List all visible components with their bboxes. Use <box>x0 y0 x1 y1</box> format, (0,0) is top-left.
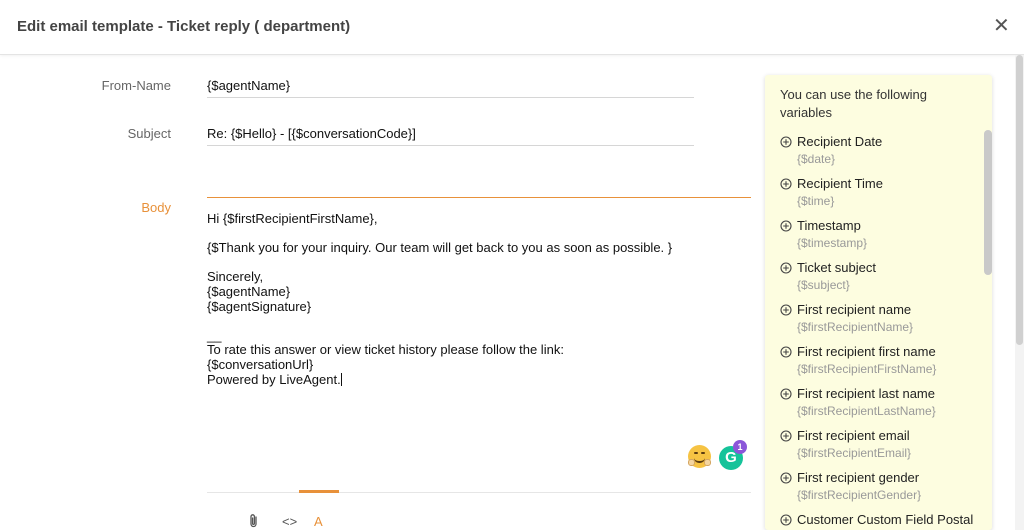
text-format-icon[interactable]: A <box>314 514 323 529</box>
body-label: Body <box>141 200 171 215</box>
attachment-icon[interactable] <box>248 513 259 528</box>
add-variable-icon[interactable] <box>780 471 792 484</box>
grammarly-badge: 1 <box>733 440 747 454</box>
add-variable-icon[interactable] <box>780 387 792 400</box>
emoji-eye <box>694 452 698 454</box>
emoji-hand <box>688 459 695 466</box>
dialog-header: Edit email template - Ticket reply ( dep… <box>0 0 1024 55</box>
close-icon[interactable]: ✕ <box>993 16 1010 36</box>
text-caret <box>340 372 342 386</box>
variable-code: {$subject} <box>797 278 850 292</box>
subject-field[interactable]: Re: {$Hello} - [{$conversationCode}] <box>207 124 694 146</box>
body-editor[interactable]: Hi {$firstRecipientFirstName}, {$Thank y… <box>207 211 751 388</box>
add-variable-icon[interactable] <box>780 513 792 526</box>
body-line: {$agentSignature} <box>207 298 312 314</box>
variable-name: Customer Custom Field Postal <box>797 512 974 527</box>
variable-code: {$timestamp} <box>797 236 868 250</box>
emoji-eye <box>701 452 705 454</box>
body-line: Sincerely, <box>207 269 264 285</box>
variable-name: First recipient last name <box>797 386 935 401</box>
body-line: {$Thank you for your inquiry. Our team w… <box>207 240 673 256</box>
variable-name: Ticket subject <box>797 260 876 275</box>
add-variable-icon[interactable] <box>780 177 792 190</box>
subject-label: Subject <box>127 126 171 141</box>
add-variable-icon[interactable] <box>780 303 792 316</box>
add-variable-icon[interactable] <box>780 219 792 232</box>
body-editor-top-rule <box>207 197 751 198</box>
body-line: {$conversationUrl} <box>207 356 314 372</box>
variables-scrollbar[interactable] <box>984 130 992 275</box>
variable-name: First recipient name <box>797 302 912 317</box>
variable-name: Timestamp <box>797 218 861 233</box>
variable-code: {$firstRecipientLastName} <box>797 404 936 418</box>
variable-code: {$firstRecipientName} <box>797 320 914 334</box>
emoji-icon[interactable] <box>688 445 711 468</box>
variables-panel: You can use the following variables Reci… <box>765 75 992 530</box>
add-variable-icon[interactable] <box>780 345 792 358</box>
from-name-label: From-Name <box>101 78 171 93</box>
from-name-field[interactable]: {$agentName} <box>207 76 694 98</box>
body-line <box>207 314 751 329</box>
body-line: {$agentName} <box>207 283 291 299</box>
toolbar-divider <box>207 492 751 493</box>
body-line <box>207 256 751 271</box>
variable-name: Recipient Date <box>797 134 883 149</box>
add-variable-icon[interactable] <box>780 135 792 148</box>
emoji-hand <box>704 459 711 466</box>
variable-code: {$firstRecipientEmail} <box>797 446 912 460</box>
page-scrollbar-thumb[interactable] <box>1016 55 1023 345</box>
variable-code: {$time} <box>797 194 835 208</box>
dialog-title: Edit email template - Ticket reply ( dep… <box>17 18 351 35</box>
variables-header: You can use the following variables <box>780 87 927 120</box>
variable-code: {$firstRecipientGender} <box>797 488 922 502</box>
page-scrollbar[interactable] <box>1015 55 1024 530</box>
body-line <box>207 227 751 242</box>
active-tab-indicator <box>299 490 339 493</box>
variable-code: {$firstRecipientFirstName} <box>797 362 937 376</box>
code-view-icon[interactable]: <> <box>282 514 297 529</box>
variable-code: {$date} <box>797 152 836 166</box>
variable-name: First recipient email <box>797 428 910 443</box>
variable-name: First recipient gender <box>797 470 920 485</box>
variable-name: Recipient Time <box>797 176 883 191</box>
body-line: To rate this answer or view ticket histo… <box>207 342 564 358</box>
body-line: Powered by LiveAgent. <box>207 371 341 387</box>
add-variable-icon[interactable] <box>780 261 792 274</box>
body-line: Hi {$firstRecipientFirstName}, <box>207 211 378 226</box>
body-line-last: Powered by LiveAgent. <box>207 371 751 388</box>
add-variable-icon[interactable] <box>780 429 792 442</box>
body-line: __ <box>207 327 222 343</box>
variable-name: First recipient first name <box>797 344 936 359</box>
